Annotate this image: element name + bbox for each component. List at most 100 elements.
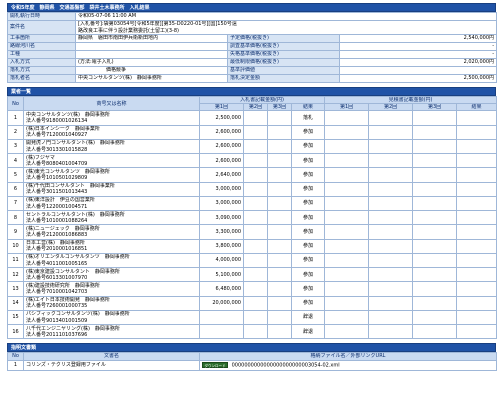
bidder-corp-number: 法人番号2010001016851 bbox=[26, 246, 88, 253]
bidder-estimate-1 bbox=[324, 252, 370, 269]
bidder-result: 辞退 bbox=[290, 324, 326, 340]
bidder-result: 参加 bbox=[290, 181, 326, 197]
bidder-estimate-1 bbox=[324, 238, 370, 254]
bidder-amount-1: 3,300,000 bbox=[199, 224, 244, 240]
bidder-amount-2 bbox=[243, 181, 268, 197]
bidder-amount-1: 3,800,000 bbox=[199, 238, 244, 254]
bidder-corp-number: 法人番号7120001040927 bbox=[26, 132, 88, 139]
bidder-result: 落札 bbox=[290, 110, 326, 126]
bidder-row: 4 (株)フジヤマ 法人番号8080401004709 2,600,000 参加 bbox=[7, 153, 498, 169]
bidder-result: 参加 bbox=[290, 138, 326, 155]
col-estimate-2: 第2回 bbox=[368, 103, 414, 112]
bidder-amount-3 bbox=[267, 295, 292, 311]
bidder-estimate-3 bbox=[412, 324, 458, 340]
bidder-estimate-2 bbox=[368, 295, 414, 311]
bidders-section-title: 業者一覧 bbox=[7, 87, 496, 96]
bidder-row: 13 (株)建設技術研究所 静岡事務所 法人番号7010001042703 6,480… bbox=[7, 281, 498, 297]
col-estimate-result: 結果 bbox=[456, 103, 498, 112]
label-planned-price: 予定価格(税抜き) bbox=[227, 34, 340, 43]
bidder-name: (株)日本インシーク 静岡事業所 法人番号7120001040927 bbox=[23, 124, 200, 140]
value-opening-date: 令和05-07-06 11:00 AM bbox=[74, 12, 498, 21]
bidder-estimate-3 bbox=[412, 267, 458, 283]
bidder-name: セントラルコンサルタント(株) 静岡事務所 法人番号1010001088264 bbox=[23, 210, 200, 226]
bidder-row: 6 (株)千代田コンサルタント 静岡事業所 法人番号3011501013443 3,0… bbox=[7, 181, 498, 197]
col-group-amount: 入札書記載金額(円) bbox=[198, 95, 326, 105]
value-winner: 中央コンサルタンツ(株) 静岡事務所 bbox=[75, 74, 228, 83]
bidder-amount-2 bbox=[243, 124, 268, 140]
docs-table: No 文書名 格納ファイル名／外部リンクURL 1 コリンズ・テクリス登録用ファ… bbox=[7, 352, 497, 372]
bidder-no: 13 bbox=[7, 281, 24, 297]
bidder-no: 2 bbox=[7, 124, 24, 140]
bidder-estimate-result bbox=[456, 124, 498, 140]
docs-col-no: No bbox=[7, 352, 24, 362]
bidder-estimate-result bbox=[456, 224, 498, 240]
bidder-amount-1: 4,000,000 bbox=[199, 252, 244, 269]
bidder-result: 参加 bbox=[290, 252, 326, 269]
bid-result-page: 令和5年度 静岡県 交通基盤部 袋井土木事務所 入札結果 開札執行日時 令和05… bbox=[7, 3, 498, 372]
bidder-estimate-2 bbox=[368, 238, 414, 254]
docs-section-title: 指明文書類 bbox=[7, 343, 496, 353]
bidder-row: 10 日本工営(株) 静岡事務所 法人番号2010001016851 3,800,00… bbox=[7, 238, 498, 254]
bidder-row: 8 セントラルコンサルタント(株) 静岡事務所 法人番号1010001088264 3… bbox=[7, 210, 498, 226]
bidder-company: 開発虎ノ門コンサルタント(株) 静岡事務所 bbox=[26, 140, 125, 147]
docs-col-name: 文書名 bbox=[23, 352, 200, 362]
doc-name: コリンズ・テクリス登録用ファイル bbox=[23, 360, 200, 372]
bidder-amount-2 bbox=[243, 153, 268, 169]
bidder-estimate-3 bbox=[412, 295, 458, 311]
bidder-amount-2 bbox=[243, 281, 268, 297]
bidder-estimate-result bbox=[456, 267, 498, 283]
value-planned-price: 2,540,000円 bbox=[338, 34, 498, 43]
download-button[interactable]: ダウンロード bbox=[202, 362, 228, 369]
value-disqualify-price: - bbox=[338, 50, 498, 59]
bidder-name: 中央コンサルタンツ(株) 静岡事務所 法人番号9180001026134 bbox=[23, 110, 200, 126]
bidder-corp-number: 法人番号2011101037696 bbox=[26, 331, 88, 338]
bidder-company: (株)建設技術研究所 静岡事務所 bbox=[26, 282, 100, 289]
bidder-rows: 1 中央コンサルタンツ(株) 静岡事務所 法人番号9180001026134 2,50… bbox=[7, 110, 498, 340]
col-estimate-1: 第1回 bbox=[324, 103, 370, 112]
bidder-name: パシフィックコンサルタンツ(株) 静岡事務所 法人番号9013401001509 bbox=[23, 309, 200, 326]
bidder-estimate-result bbox=[456, 238, 498, 254]
bidder-amount-2 bbox=[243, 324, 268, 340]
bidder-estimate-2 bbox=[368, 138, 414, 155]
value-award-method: 価格競争 bbox=[75, 66, 228, 75]
bidder-amount-3 bbox=[267, 195, 292, 212]
col-name: 商号又は名称 bbox=[23, 95, 200, 112]
bidder-no: 15 bbox=[7, 309, 24, 326]
bidder-estimate-result bbox=[456, 295, 498, 311]
bidder-amount-2 bbox=[243, 252, 268, 269]
bidder-name: 日本工営(株) 静岡事務所 法人番号2010001016851 bbox=[23, 238, 200, 254]
bidder-amount-2 bbox=[243, 195, 268, 212]
page-title: 令和5年度 静岡県 交通基盤部 袋井土木事務所 入札結果 bbox=[7, 3, 496, 12]
bidder-name: (株)オリエンタルコンサルタンツ 静岡事務所 法人番号4011001005165 bbox=[23, 252, 200, 269]
bid-info-table: 開札執行日時 令和05-07-06 11:00 AM 案件名 [入札番号]:袋第… bbox=[7, 12, 498, 83]
bidder-estimate-3 bbox=[412, 281, 458, 297]
bidder-amount-3 bbox=[267, 238, 292, 254]
bidder-corp-number: 法人番号4011001005165 bbox=[26, 260, 88, 267]
bidder-estimate-result bbox=[456, 252, 498, 269]
label-min-price: 最低制限価格(税抜き) bbox=[227, 58, 340, 67]
value-award-amount: 2,500,000円 bbox=[338, 74, 498, 83]
bidder-row: 16 八千代エンジニヤリング(株) 静岡事務所 法人番号2011101037696 辞… bbox=[7, 324, 498, 340]
bidder-no: 10 bbox=[7, 238, 24, 254]
bidder-estimate-2 bbox=[368, 195, 414, 212]
bidder-amount-3 bbox=[267, 110, 292, 126]
bidder-estimate-result bbox=[456, 309, 498, 326]
bidder-row: 14 (株)エイト日本技術開発 静岡事務所 法人番号7260001000735 20,… bbox=[7, 295, 498, 311]
bidder-amount-1: 2,640,000 bbox=[199, 167, 244, 183]
bidder-estimate-3 bbox=[412, 167, 458, 183]
bidder-estimate-1 bbox=[324, 138, 370, 155]
bidder-estimate-result bbox=[456, 138, 498, 155]
bidder-estimate-3 bbox=[412, 153, 458, 169]
bidder-estimate-result bbox=[456, 281, 498, 297]
bidder-corp-number: 法人番号8080401004709 bbox=[26, 160, 88, 167]
bidder-estimate-2 bbox=[368, 309, 414, 326]
doc-file-link[interactable]: 0000000000000000000000003054-02.xml bbox=[232, 363, 340, 369]
label-award-method: 落札方式 bbox=[7, 66, 76, 75]
bidder-no: 3 bbox=[7, 138, 24, 155]
bidder-company: (株)オリエンタルコンサルタンツ 静岡事務所 bbox=[26, 254, 130, 261]
bidder-estimate-2 bbox=[368, 224, 414, 240]
bidder-estimate-2 bbox=[368, 110, 414, 126]
bidder-name: (株)東京建設コンサルタント 静岡事務所 法人番号6013301007970 bbox=[23, 267, 200, 283]
bidder-name: (株)東洋設計 伊豆の国営業所 法人番号1220001004571 bbox=[23, 195, 200, 212]
bidder-name: (株)ニュージェック 静岡事務所 法人番号2120001086883 bbox=[23, 224, 200, 240]
